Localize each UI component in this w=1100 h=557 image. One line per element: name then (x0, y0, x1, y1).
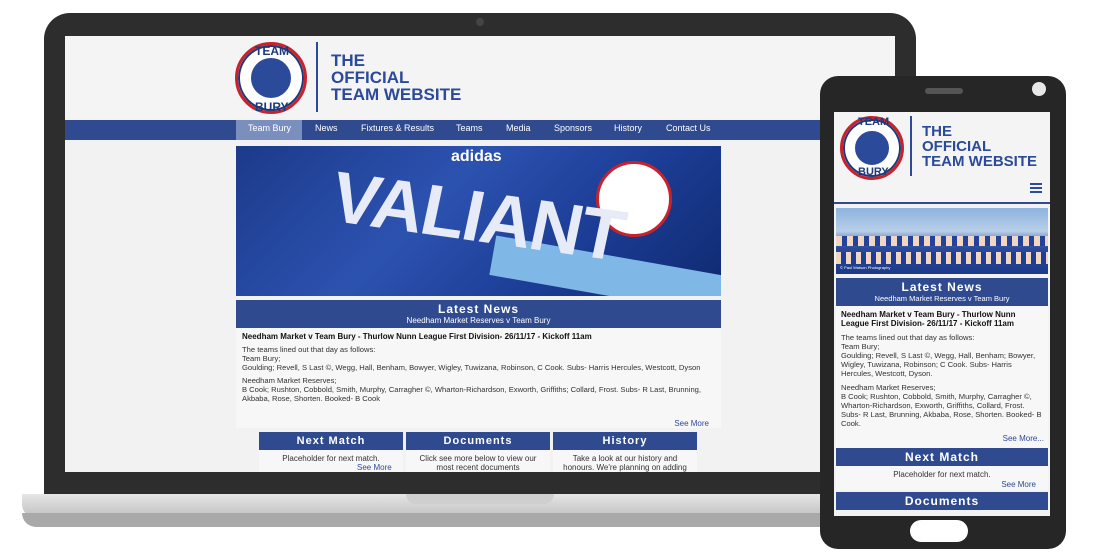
mobile-news-see-more-link[interactable]: See More... (1003, 434, 1044, 443)
mobile-logo-bottom-text: BURY (858, 166, 889, 178)
nav-item-media[interactable]: Media (506, 123, 531, 133)
news-team2: B Cook; Rushton, Cobbold, Smith, Murphy,… (242, 385, 702, 403)
laptop-camera (476, 18, 484, 26)
mobile-team-photo: © Paul Watson Photography (836, 208, 1048, 274)
hamburger-menu-icon[interactable] (1030, 182, 1042, 194)
mobile-latest-news-header: Latest News Needham Market Reserves v Te… (836, 278, 1048, 306)
photo-players-row-front (836, 252, 1048, 264)
mobile-next-match-title: Next Match (836, 448, 1048, 466)
news-team2-label: Needham Market Reserves; (242, 376, 337, 385)
header-divider (316, 42, 318, 112)
nav-item-teams[interactable]: Teams (456, 123, 483, 133)
mobile-latest-news-heading: Latest News (901, 280, 983, 294)
mobile-title-line-1: THE (922, 123, 952, 140)
mobile-latest-news-body: Needham Market v Team Bury - Thurlow Nun… (836, 306, 1048, 448)
title-line-1: THE (331, 51, 365, 70)
photo-credit: © Paul Watson Photography (840, 265, 891, 270)
next-match-see-more[interactable]: See More (357, 463, 392, 472)
mobile-next-match-see-more[interactable]: See More (1001, 480, 1036, 489)
news-team1-label: Team Bury; (242, 354, 281, 363)
mobile-latest-news-subheading: Needham Market Reserves v Team Bury (874, 294, 1010, 303)
nav-item-team-bury[interactable]: Team Bury (248, 123, 291, 133)
phone-speaker (925, 88, 963, 94)
site-title: THE OFFICIAL TEAM WEBSITE (331, 52, 461, 103)
title-line-2: OFFICIAL (331, 68, 410, 87)
hero-banner: adidas VALIANT (236, 146, 721, 296)
team-logo[interactable]: TEAM BURY (235, 42, 309, 116)
hero-word: VALIANT (324, 157, 631, 277)
crest-icon (249, 56, 293, 100)
mobile-team-logo[interactable]: TEAM BURY (840, 116, 904, 180)
mobile-title-line-3: TEAM WEBSITE (922, 153, 1037, 170)
next-match-box: Next Match Placeholder for next match. S… (259, 432, 403, 472)
mobile-news-team1: Goulding; Revell, S Last ©, Wegg, Hall, … (841, 351, 1036, 378)
mobile-header-divider (910, 116, 912, 176)
news-team1: Goulding; Revell, S Last ©, Wegg, Hall, … (242, 363, 701, 372)
nav-item-sponsors[interactable]: Sponsors (554, 123, 592, 133)
mobile-news-team2: B Cook; Rushton, Cobbold, Smith, Murphy,… (841, 392, 1042, 428)
latest-news-subheading: Needham Market Reserves v Team Bury (406, 316, 551, 325)
latest-news-header: Latest News Needham Market Reserves v Te… (236, 300, 721, 328)
nav-item-contact[interactable]: Contact Us (666, 123, 711, 133)
title-line-3: TEAM WEBSITE (331, 85, 462, 104)
nav-item-fixtures[interactable]: Fixtures & Results (361, 123, 434, 133)
mobile-next-match-text: Placeholder for next match. (893, 470, 991, 479)
mobile-header: TEAM BURY THE OFFICIAL TEAM WEBSITE (834, 112, 1050, 204)
mobile-crest-icon (853, 129, 891, 167)
history-box: History Take a look at our history and h… (553, 432, 697, 472)
phone-screen: TEAM BURY THE OFFICIAL TEAM WEBSITE © Pa… (834, 112, 1050, 516)
nav-item-news[interactable]: News (315, 123, 338, 133)
next-match-title: Next Match (259, 432, 403, 450)
mobile-news-intro: The teams lined out that day as follows: (841, 333, 975, 342)
mobile-news-headline[interactable]: Needham Market v Team Bury - Thurlow Nun… (841, 310, 1043, 328)
site-header: TEAM BURY THE OFFICIAL TEAM WEBSITE (65, 36, 895, 118)
laptop-base-lip (22, 513, 938, 527)
mobile-logo-top-text: TEAM (858, 116, 890, 128)
laptop-screen: TEAM BURY THE OFFICIAL TEAM WEBSITE Team… (65, 36, 895, 472)
mobile-news-team1-label: Team Bury; (841, 342, 880, 351)
mobile-next-match-box: Placeholder for next match. See More (836, 466, 1048, 490)
documents-box: Documents Click see more below to view o… (406, 432, 550, 472)
latest-news-heading: Latest News (437, 302, 520, 316)
news-see-more-link[interactable]: See More (674, 419, 709, 428)
news-headline[interactable]: Needham Market v Team Bury - Thurlow Nun… (242, 332, 715, 341)
logo-bottom-text: BURY (255, 100, 289, 114)
news-intro: The teams lined out that day as follows: (242, 345, 376, 354)
mobile-title-line-2: OFFICIAL (922, 138, 992, 155)
phone-camera (1032, 82, 1046, 96)
photo-players-row (836, 236, 1048, 246)
documents-text: Click see more below to view our most re… (406, 450, 550, 472)
history-title: History (553, 432, 697, 450)
laptop-notch (406, 494, 554, 504)
logo-top-text: TEAM (255, 44, 289, 58)
mobile-news-team2-label: Needham Market Reserves; (841, 383, 936, 392)
main-nav: Team Bury News Fixtures & Results Teams … (65, 120, 895, 140)
mobile-documents-title: Documents (836, 492, 1048, 510)
nav-item-history[interactable]: History (614, 123, 642, 133)
mobile-site-title: THE OFFICIAL TEAM WEBSITE (922, 124, 1037, 169)
latest-news-body: Needham Market v Team Bury - Thurlow Nun… (236, 328, 721, 428)
history-text: Take a look at our history and honours. … (553, 450, 697, 472)
hero-brand-text: adidas (451, 148, 502, 165)
documents-title: Documents (406, 432, 550, 450)
mobile-header-rule (834, 202, 1050, 204)
phone-home-button[interactable] (910, 520, 968, 542)
